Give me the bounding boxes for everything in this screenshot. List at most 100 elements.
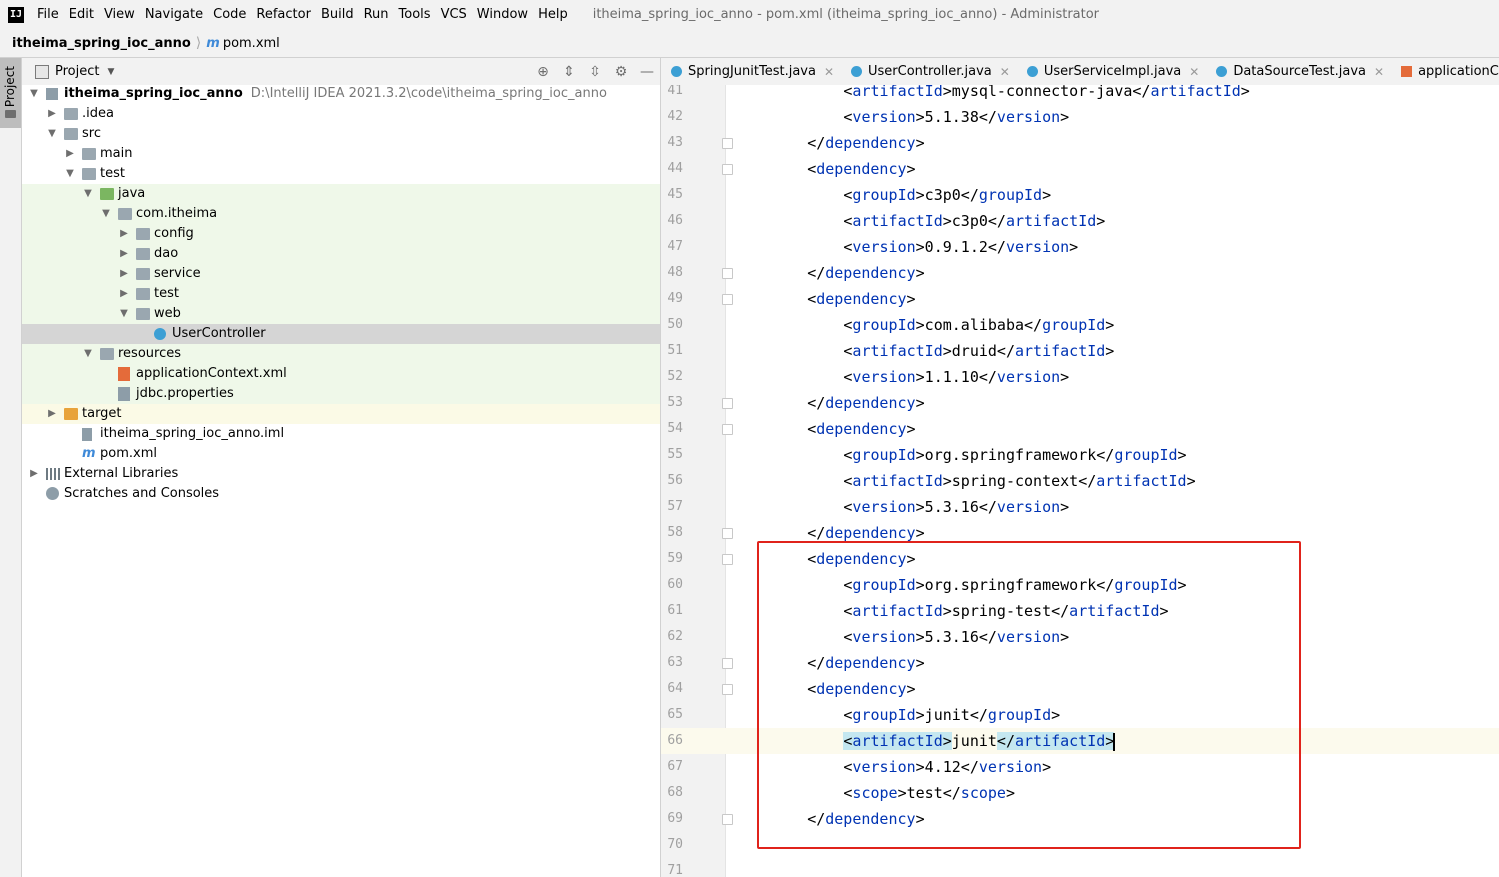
fold-marker-icon[interactable] (722, 554, 733, 565)
expand-all-icon[interactable]: ⇕ (556, 64, 582, 80)
menu-vcs[interactable]: VCS (436, 7, 472, 22)
editor-tab[interactable]: DataSourceTest.java ✕ (1206, 58, 1391, 85)
tree-item[interactable]: ▼ resources (22, 344, 660, 364)
chevron-right-icon[interactable]: ▶ (118, 284, 130, 304)
tree-item[interactable]: itheima_spring_ioc_anno.iml (22, 424, 660, 444)
tree-item[interactable]: ▶ External Libraries (22, 464, 660, 484)
tree-item-label: web (154, 306, 181, 321)
tree-root[interactable]: ▼ itheima_spring_ioc_anno D:\IntelliJ IDE… (22, 84, 660, 104)
tree-item[interactable]: ▼ test (22, 164, 660, 184)
code-text: <dependency> (807, 420, 916, 438)
code-line: 55 <groupId>org.springframework</groupId> (661, 442, 1499, 468)
tree-item[interactable]: ▼ com.itheima (22, 204, 660, 224)
fold-marker-icon[interactable] (722, 268, 733, 279)
tree-item[interactable]: ▶ dao (22, 244, 660, 264)
tree-item[interactable]: ▼ src (22, 124, 660, 144)
tree-item-label: java (118, 186, 146, 201)
tree-item[interactable]: ▶ main (22, 144, 660, 164)
breadcrumb-separator-icon: ⟩ (195, 35, 202, 51)
fold-marker-icon[interactable] (722, 164, 733, 175)
code-text: <artifactId>mysql-connector-java</artifa… (843, 85, 1250, 100)
tree-item[interactable]: ▶ .idea (22, 104, 660, 124)
menu-refactor[interactable]: Refactor (251, 7, 316, 22)
chevron-right-icon[interactable]: ▶ (46, 404, 58, 424)
module-icon (46, 88, 58, 100)
menu-tools[interactable]: Tools (394, 7, 436, 22)
libraries-icon (46, 468, 60, 480)
editor-tab[interactable]: UserServiceImpl.java ✕ (1017, 58, 1206, 85)
chevron-right-icon[interactable]: ▶ (118, 264, 130, 284)
menu-build[interactable]: Build (316, 7, 359, 22)
menu-code[interactable]: Code (208, 7, 251, 22)
fold-marker-icon[interactable] (722, 814, 733, 825)
menu-help[interactable]: Help (533, 7, 573, 22)
menu-navigate[interactable]: Navigate (140, 7, 208, 22)
tree-item[interactable]: ▶ test (22, 284, 660, 304)
chevron-down-icon[interactable]: ▼ (28, 84, 40, 104)
chevron-right-icon[interactable]: ▶ (118, 224, 130, 244)
line-number: 44 (667, 161, 683, 176)
tree-item[interactable]: m pom.xml (22, 444, 660, 464)
project-tool-label: Project (3, 66, 17, 108)
minimize-icon[interactable]: — (634, 64, 660, 80)
fold-marker-icon[interactable] (722, 424, 733, 435)
tree-item[interactable]: ▶ service (22, 264, 660, 284)
tree-item[interactable]: ▼ web (22, 304, 660, 324)
chevron-down-icon[interactable]: ▼ (82, 184, 94, 204)
close-icon[interactable]: ✕ (1189, 65, 1199, 79)
fold-marker-icon[interactable] (722, 684, 733, 695)
chevron-down-icon[interactable]: ▼ (107, 67, 114, 77)
chevron-right-icon[interactable]: ▶ (46, 104, 58, 124)
editor-tab[interactable]: UserController.java ✕ (841, 58, 1017, 85)
close-icon[interactable]: ✕ (1374, 65, 1384, 79)
chevron-down-icon[interactable]: ▼ (82, 344, 94, 364)
chevron-down-icon[interactable]: ▼ (100, 204, 112, 224)
editor-tab[interactable]: applicationContext.xml✕ (1391, 58, 1499, 85)
code-editor[interactable]: 41 <artifactId>mysql-connector-java</arti… (661, 85, 1499, 877)
chevron-right-icon[interactable]: ▶ (64, 144, 76, 164)
code-text: <groupId>junit</groupId> (843, 706, 1061, 724)
breadcrumb-file[interactable]: pom.xml (223, 36, 280, 51)
target-icon[interactable]: ⊕ (530, 64, 556, 80)
fold-marker-icon[interactable] (722, 528, 733, 539)
code-line: 53 </dependency> (661, 390, 1499, 416)
project-tool-button[interactable]: Project (0, 58, 21, 128)
tree-item[interactable]: ▼ java (22, 184, 660, 204)
collapse-all-icon[interactable]: ⇳ (582, 64, 608, 80)
fold-marker-icon[interactable] (722, 398, 733, 409)
chevron-right-icon[interactable]: ▶ (118, 244, 130, 264)
tree-item[interactable]: jdbc.properties (22, 384, 660, 404)
code-line: 58 </dependency> (661, 520, 1499, 546)
fold-marker-icon[interactable] (722, 138, 733, 149)
maven-file-icon: m (82, 446, 96, 461)
project-view-title[interactable]: Project (55, 64, 99, 79)
menu-file[interactable]: File (32, 7, 64, 22)
breadcrumb-project[interactable]: itheima_spring_ioc_anno (12, 36, 191, 51)
tree-item[interactable]: applicationContext.xml (22, 364, 660, 384)
fold-marker-icon[interactable] (722, 658, 733, 669)
tree-item[interactable]: UserController (22, 324, 660, 344)
close-icon[interactable]: ✕ (1000, 65, 1010, 79)
chevron-right-icon[interactable]: ▶ (28, 464, 40, 484)
folder-icon (82, 168, 96, 180)
gear-icon[interactable]: ⚙ (608, 64, 634, 80)
module-file-icon (82, 428, 92, 441)
code-text: <dependency> (807, 680, 916, 698)
fold-marker-icon[interactable] (722, 294, 733, 305)
tree-item[interactable]: ▶ target (22, 404, 660, 424)
menu-window[interactable]: Window (472, 7, 533, 22)
code-text: <artifactId>spring-context</artifactId> (843, 472, 1196, 490)
code-line: 42 <version>5.1.38</version> (661, 104, 1499, 130)
folder-icon (64, 108, 78, 120)
editor-tab[interactable]: SpringJunitTest.java ✕ (661, 58, 841, 85)
menu-edit[interactable]: Edit (64, 7, 99, 22)
tree-item[interactable]: ▶ config (22, 224, 660, 244)
chevron-down-icon[interactable]: ▼ (46, 124, 58, 144)
code-text: <groupId>com.alibaba</groupId> (843, 316, 1115, 334)
tree-item[interactable]: Scratches and Consoles (22, 484, 660, 504)
chevron-down-icon[interactable]: ▼ (64, 164, 76, 184)
close-icon[interactable]: ✕ (824, 65, 834, 79)
menu-run[interactable]: Run (359, 7, 394, 22)
chevron-down-icon[interactable]: ▼ (118, 304, 130, 324)
menu-view[interactable]: View (99, 7, 140, 22)
